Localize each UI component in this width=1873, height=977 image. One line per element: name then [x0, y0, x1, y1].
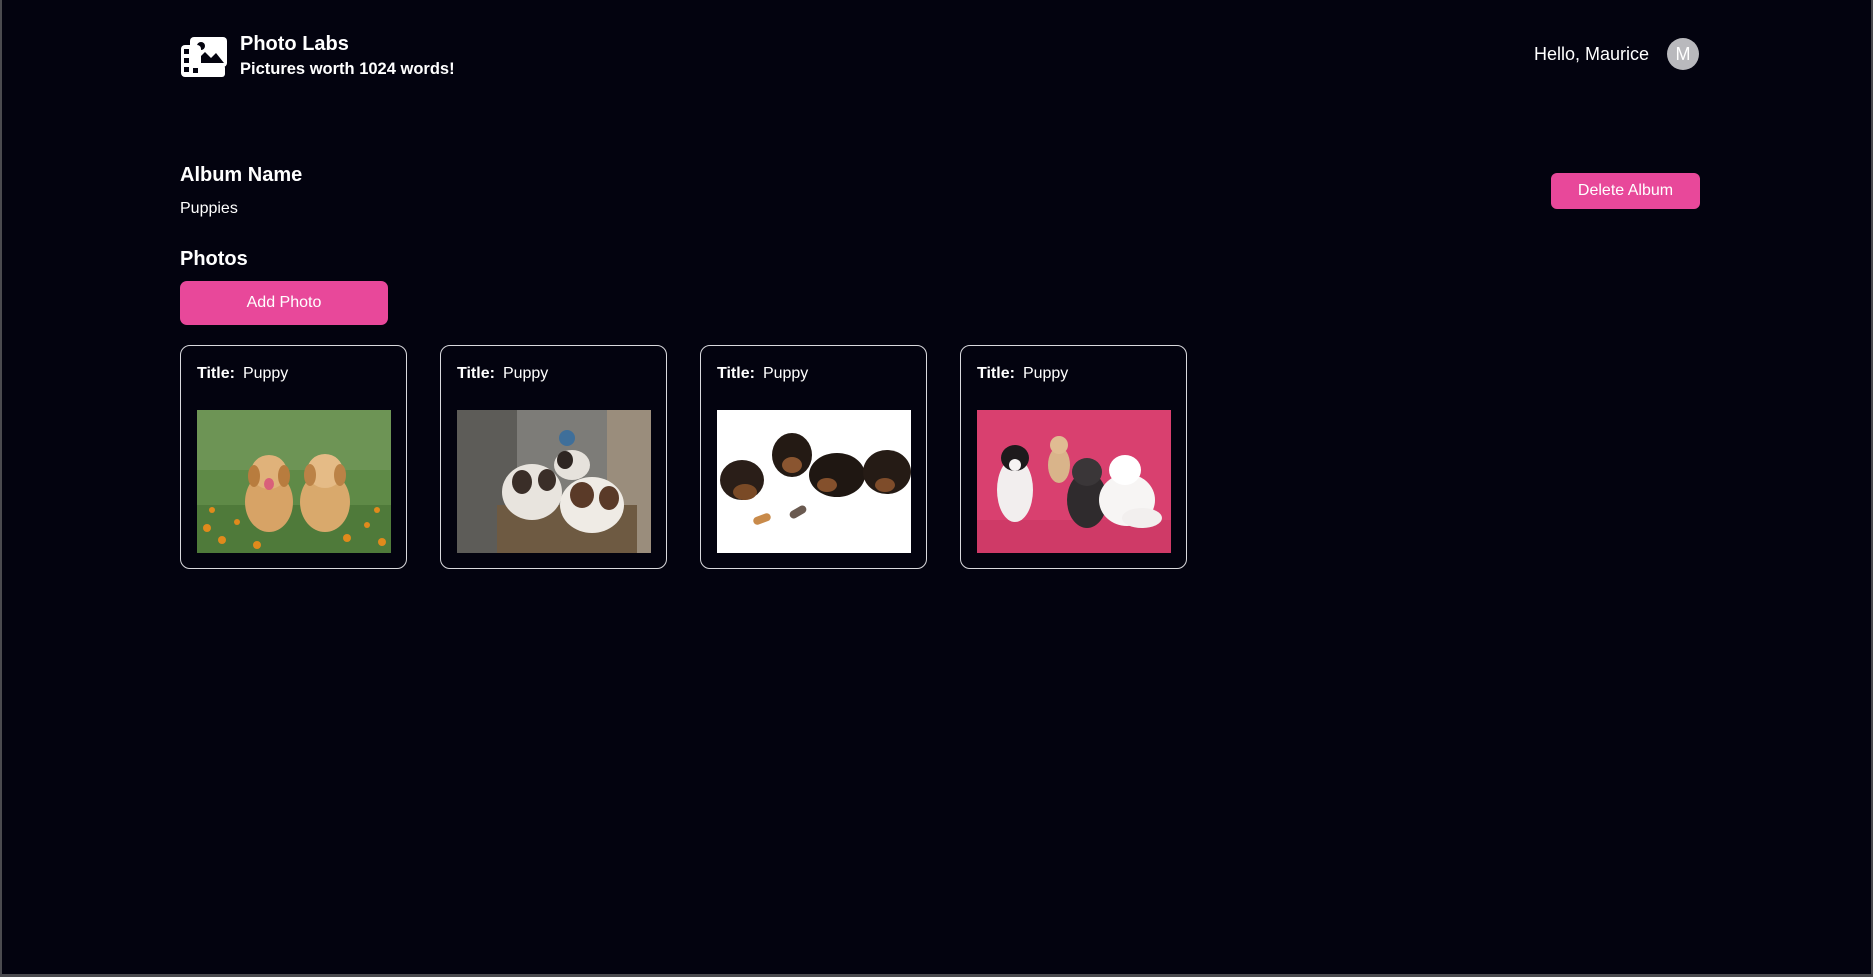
- app-viewport: Photo Labs Pictures worth 1024 words! He…: [2, 0, 1871, 974]
- photo-card-title: Title: Puppy: [457, 365, 548, 383]
- photo-title-value: Puppy: [1022, 365, 1069, 382]
- photo-card[interactable]: Title: Puppy: [960, 345, 1187, 569]
- photo-grid: Title: Puppy Title: Puppy Title: Puppy T…: [180, 345, 1187, 569]
- shih-tzu-puppies-photo[interactable]: [457, 410, 651, 553]
- photo-title-label: Title:: [457, 365, 495, 382]
- photo-card-title: Title: Puppy: [197, 365, 288, 383]
- add-photo-button[interactable]: Add Photo: [180, 281, 388, 325]
- photo-title-label: Title:: [977, 365, 1015, 382]
- photo-title-label: Title:: [197, 365, 235, 382]
- app-tagline: Pictures worth 1024 words!: [240, 60, 455, 78]
- photo-title-value: Puppy: [502, 365, 549, 382]
- photo-card-title: Title: Puppy: [717, 365, 808, 383]
- photo-gallery-icon[interactable]: [179, 35, 229, 79]
- album-name-value: Puppies: [180, 200, 238, 217]
- avatar[interactable]: M: [1667, 38, 1699, 70]
- photo-card-title: Title: Puppy: [977, 365, 1068, 383]
- photos-section-label: Photos: [180, 248, 248, 270]
- golden-retriever-puppies-photo[interactable]: [197, 410, 391, 553]
- photo-card[interactable]: Title: Puppy: [700, 345, 927, 569]
- photo-title-label: Title:: [717, 365, 755, 382]
- delete-album-button[interactable]: Delete Album: [1551, 173, 1700, 209]
- app-title: Photo Labs: [240, 33, 349, 55]
- photo-title-value: Puppy: [242, 365, 289, 382]
- user-greeting: Hello, Maurice: [1533, 44, 1649, 64]
- small-dogs-pink-background-photo[interactable]: [977, 410, 1171, 553]
- album-name-label: Album Name: [180, 164, 303, 186]
- yorkie-puppies-photo[interactable]: [717, 410, 911, 553]
- header: Photo Labs Pictures worth 1024 words! He…: [179, 33, 1699, 83]
- photo-card[interactable]: Title: Puppy: [180, 345, 407, 569]
- photo-card[interactable]: Title: Puppy: [440, 345, 667, 569]
- photo-title-value: Puppy: [762, 365, 809, 382]
